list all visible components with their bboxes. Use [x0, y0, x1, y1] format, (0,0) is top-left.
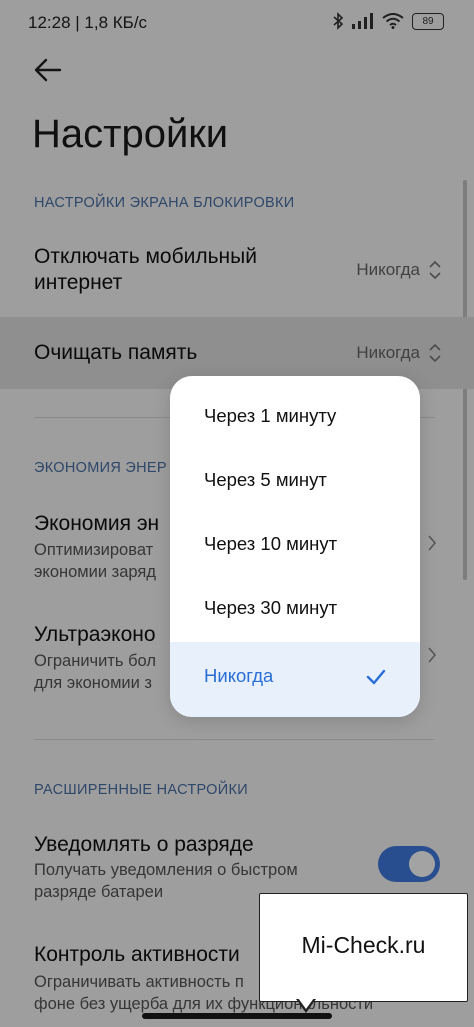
home-indicator[interactable] — [142, 1013, 332, 1019]
option-5-minutes[interactable]: Через 5 минут — [170, 450, 420, 514]
option-10-minutes[interactable]: Через 10 минут — [170, 514, 420, 578]
option-30-minutes[interactable]: Через 30 минут — [170, 578, 420, 642]
option-label: Через 30 минут — [204, 597, 338, 618]
watermark-tail-inner — [298, 998, 314, 1009]
timeout-dropdown-menu: Через 1 минуту Через 5 минут Через 10 ми… — [170, 376, 420, 717]
option-label: Через 5 минут — [204, 469, 327, 490]
option-label: Через 1 минуту — [204, 405, 337, 426]
settings-page: 12:28 | 1,8 КБ/с 89 Настройки НАСТРОЙКИ … — [0, 0, 474, 1027]
checkmark-icon — [366, 669, 386, 685]
watermark-callout: Mi-Check.ru — [259, 893, 468, 1002]
option-label: Никогда — [204, 665, 274, 686]
option-1-minute[interactable]: Через 1 минуту — [170, 386, 420, 450]
option-never[interactable]: Никогда — [170, 642, 420, 717]
option-label: Через 10 минут — [204, 533, 338, 554]
watermark-text: Mi-Check.ru — [301, 932, 426, 958]
